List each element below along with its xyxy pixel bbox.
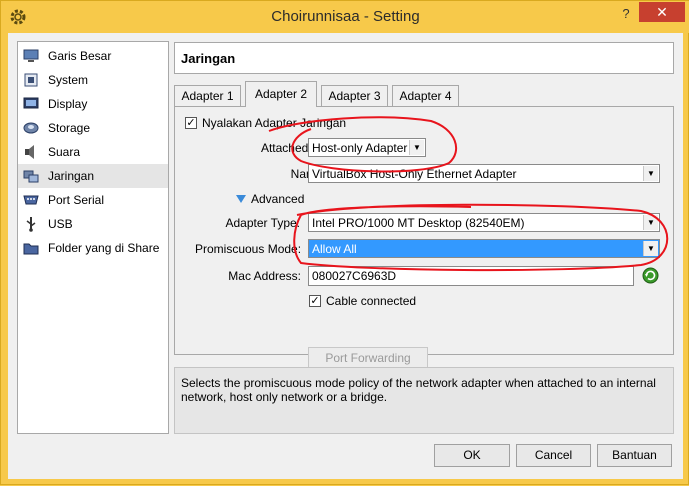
network-icon (23, 170, 39, 183)
promiscuous-mode-label: Promiscuous Mode: (195, 242, 302, 256)
adapter-panel: ✓ Nyalakan Adapter Jaringan Attached to:… (174, 106, 674, 370)
sidebar-item-shared-folder[interactable]: Folder yang di Share (18, 236, 168, 260)
enable-adapter-label: Nyalakan Adapter Jaringan (202, 116, 347, 130)
sidebar-item-label: USB (48, 217, 73, 231)
sidebar-item-label: Suara (48, 145, 81, 159)
mac-address-value: 080027C6963D (312, 269, 397, 283)
disk-icon (23, 122, 39, 134)
promiscuous-mode-value: Allow All (312, 242, 357, 256)
adapter-name-value: VirtualBox Host-Only Ethernet Adapter (312, 167, 517, 181)
description-text: Selects the promiscuous mode policy of t… (181, 376, 656, 404)
sidebar-item-display[interactable]: Display (18, 92, 168, 116)
sidebar-item-label: Port Serial (48, 193, 105, 207)
help-button[interactable]: ? (613, 6, 639, 26)
dropdown-arrow-icon: ▼ (409, 140, 424, 155)
sidebar-item-label: Folder yang di Share (48, 241, 160, 255)
sidebar-item-label: Garis Besar (48, 49, 112, 63)
sidebar-item-suara[interactable]: Suara (18, 140, 168, 164)
chip-icon (24, 73, 38, 87)
tab-adapter-1[interactable]: Adapter 1 (174, 85, 241, 106)
window-title: Choirunnisaa - Setting (271, 8, 420, 25)
cable-connected-checkbox[interactable]: ✓ (309, 295, 321, 307)
ok-button[interactable]: OK (434, 444, 510, 467)
sidebar-item-system[interactable]: System (18, 68, 168, 92)
sidebar-item-label: System (48, 73, 89, 87)
refresh-icon[interactable] (642, 267, 659, 284)
adapter-type-select[interactable]: Intel PRO/1000 MT Desktop (82540EM) ▼ (308, 213, 660, 232)
attached-to-select[interactable]: Host-only Adapter ▼ (308, 138, 426, 157)
dropdown-arrow-icon: ▼ (643, 241, 658, 256)
dropdown-arrow-icon: ▼ (643, 166, 658, 181)
tab-adapter-2[interactable]: Adapter 2 (245, 81, 317, 107)
help-footer-button[interactable]: Bantuan (597, 444, 672, 467)
adapter-type-label: Adapter Type: (225, 216, 301, 230)
settings-window: Choirunnisaa - Setting ? ✕ Garis Besar S… (0, 0, 689, 485)
cable-connected-label: Cable connected (326, 294, 417, 308)
sidebar-item-label: Display (48, 97, 88, 111)
tab-adapter-3[interactable]: Adapter 3 (321, 85, 388, 106)
page-title: Jaringan (181, 51, 236, 66)
folder-icon (23, 243, 39, 255)
sidebar-item-label: Jaringan (48, 169, 95, 183)
mac-address-label: Mac Address: (228, 269, 301, 283)
dropdown-arrow-icon: ▼ (643, 215, 658, 230)
display-icon (23, 97, 39, 109)
advanced-toggle[interactable]: Advanced (251, 192, 304, 206)
promiscuous-mode-select[interactable]: Allow All ▼ (308, 239, 660, 258)
dialog-body: Garis Besar System Display Storage Suara… (8, 33, 683, 479)
adapter-type-value: Intel PRO/1000 MT Desktop (82540EM) (312, 216, 525, 230)
sidebar-item-storage[interactable]: Storage (18, 116, 168, 140)
sidebar-item-usb[interactable]: USB (18, 212, 168, 236)
speaker-icon (25, 145, 34, 159)
sidebar-item-port-serial[interactable]: Port Serial (18, 188, 168, 212)
attached-to-value: Host-only Adapter (312, 141, 408, 155)
settings-sidebar: Garis Besar System Display Storage Suara… (17, 41, 169, 434)
description-box: Selects the promiscuous mode policy of t… (174, 367, 674, 434)
sidebar-item-garis-besar[interactable]: Garis Besar (18, 44, 168, 68)
sidebar-item-label: Storage (48, 121, 91, 135)
title-bar[interactable]: Choirunnisaa - Setting ? ✕ (1, 1, 689, 33)
cancel-button[interactable]: Cancel (516, 444, 591, 467)
expand-arrow-icon[interactable] (236, 195, 246, 203)
tab-adapter-4[interactable]: Adapter 4 (392, 85, 459, 106)
section-header: Jaringan (174, 42, 674, 74)
monitor-icon (23, 49, 39, 62)
close-button[interactable]: ✕ (639, 2, 685, 22)
mac-address-field[interactable]: 080027C6963D (308, 266, 634, 286)
usb-icon (26, 217, 36, 232)
sidebar-item-jaringan[interactable]: Jaringan (18, 164, 168, 188)
adapter-name-select[interactable]: VirtualBox Host-Only Ethernet Adapter ▼ (308, 164, 660, 183)
serial-port-icon (23, 195, 39, 205)
enable-adapter-checkbox[interactable]: ✓ (185, 117, 197, 129)
